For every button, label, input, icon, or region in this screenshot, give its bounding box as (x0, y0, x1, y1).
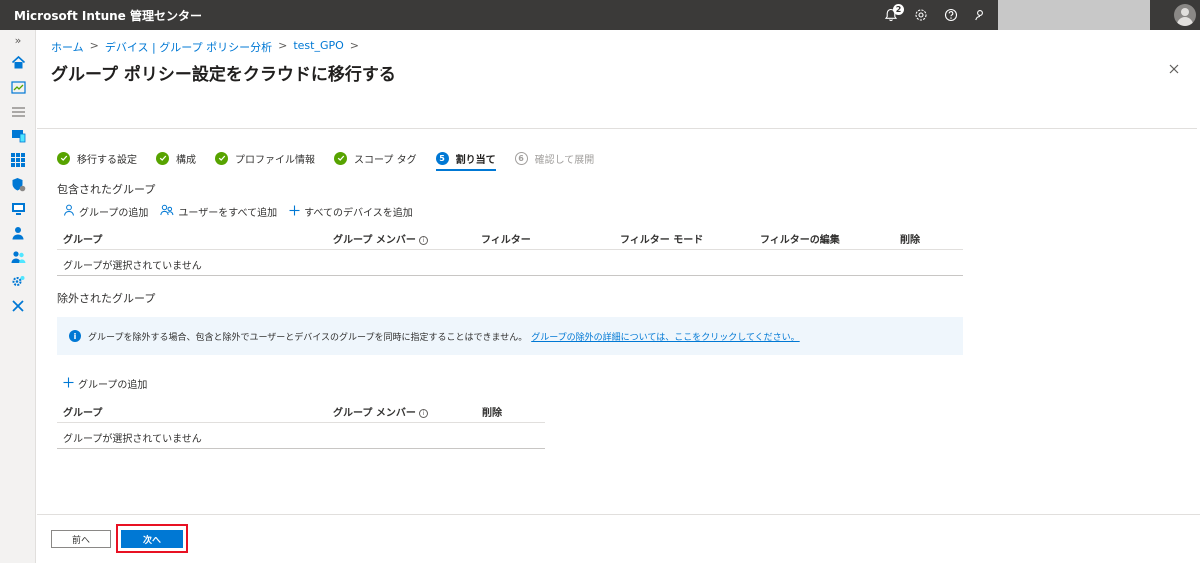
info-icon[interactable]: i (418, 236, 428, 245)
add-excluded-group-button[interactable]: グループの追加 (63, 376, 147, 391)
add-all-devices-label: すべてのデバイスを追加 (304, 208, 413, 219)
top-bar-icons: 2 (876, 0, 1200, 30)
info-icon: i (69, 330, 81, 342)
person-icon (63, 204, 75, 219)
completed-check-icon (334, 151, 347, 165)
settings-gear-icon[interactable] (906, 0, 936, 30)
column-header-delete[interactable]: 削除 (482, 404, 502, 419)
wizard-step-settings-to-migrate[interactable]: 移行する設定 (57, 147, 137, 169)
completed-check-icon (57, 151, 70, 165)
next-button[interactable]: 次へ (121, 530, 183, 548)
column-header-group-members[interactable]: グループ メンバー i (333, 404, 428, 419)
notifications-icon[interactable]: 2 (876, 0, 906, 30)
user-avatar[interactable] (1174, 4, 1196, 26)
expand-chevron-icon[interactable]: » (0, 34, 36, 47)
feedback-person-icon[interactable] (966, 0, 996, 30)
header-divider (37, 128, 1197, 129)
tenant-admin-gear-icon[interactable] (10, 273, 26, 289)
dashboard-icon[interactable] (10, 79, 26, 95)
breadcrumb-separator: > (349, 39, 359, 52)
people-icon (160, 204, 174, 219)
excluded-actions-toolbar: グループの追加 (63, 376, 147, 391)
included-actions-toolbar: グループの追加 ユーザーをすべて追加 すべてのデバイスを追加 (63, 204, 413, 219)
troubleshooting-tools-icon[interactable] (10, 298, 26, 314)
footer-divider (37, 514, 1200, 515)
add-all-users-label: ユーザーをすべて追加 (178, 208, 278, 219)
breadcrumb-home[interactable]: ホーム (51, 39, 84, 55)
grid-header-row: グループ グループ メンバー i フィルター フィルター モード フィルターの編集… (57, 224, 963, 250)
step-number-badge: 5 (435, 151, 449, 165)
wizard-step-label: プロファイル情報 (235, 154, 315, 166)
grid-header-row: グループ グループ メンバー i 削除 (57, 397, 545, 423)
breadcrumb-test-gpo[interactable]: test_GPO (293, 39, 343, 55)
reports-monitor-icon[interactable] (10, 201, 26, 217)
left-navigation: » (0, 30, 36, 563)
wizard-step-profile-info[interactable]: プロファイル情報 (215, 147, 315, 169)
add-all-devices-button[interactable]: すべてのデバイスを追加 (289, 204, 413, 219)
page-title: グループ ポリシー設定をクラウドに移行する (51, 65, 396, 85)
info-icon[interactable]: i (418, 409, 428, 418)
exclusion-info-banner: i グループを除外する場合、包含と除外でユーザーとデバイスのグループを同時に指定… (57, 317, 963, 355)
home-icon[interactable] (10, 54, 26, 70)
wizard-step-label: スコープ タグ (354, 154, 417, 166)
wizard-step-configuration[interactable]: 構成 (156, 147, 196, 169)
add-all-users-button[interactable]: ユーザーをすべて追加 (160, 204, 277, 219)
column-header-filter-mode[interactable]: フィルター モード (620, 231, 703, 246)
breadcrumb-separator: > (89, 39, 99, 52)
wizard-step-assignments[interactable]: 5 割り当て (435, 147, 496, 171)
plus-icon (63, 377, 74, 391)
column-header-label: グループ メンバー (333, 235, 416, 246)
wizard-steps: 移行する設定 構成 プロファイル情報 スコープ タグ 5 割り当て 6 確認して… (57, 147, 613, 171)
close-icon[interactable] (1165, 60, 1183, 78)
excluded-groups-grid: グループ グループ メンバー i 削除 グループが選択されていません (57, 397, 545, 449)
column-header-delete[interactable]: 削除 (900, 231, 920, 246)
plus-icon (289, 205, 300, 219)
wizard-step-review-deploy: 6 確認して展開 (514, 147, 595, 169)
breadcrumb-separator: > (278, 39, 288, 52)
wizard-step-label: 確認して展開 (534, 154, 595, 166)
column-header-edit-filter[interactable]: フィルターの編集 (760, 231, 840, 246)
empty-state-row: グループが選択されていません (57, 423, 545, 449)
breadcrumb-devices-gp-analytics[interactable]: デバイス | グループ ポリシー分析 (105, 39, 272, 55)
exclusion-info-text: グループを除外する場合、包含と除外でユーザーとデバイスのグループを同時に指定する… (88, 332, 528, 343)
wizard-step-scope-tags[interactable]: スコープ タグ (334, 147, 417, 169)
column-header-group[interactable]: グループ (63, 231, 102, 246)
column-header-label: グループ メンバー (333, 408, 416, 419)
exclusion-info-link[interactable]: グループの除外の詳細については、ここをクリックしてください。 (531, 330, 799, 343)
column-header-group[interactable]: グループ (63, 404, 102, 419)
completed-check-icon (156, 151, 169, 165)
add-group-button[interactable]: グループの追加 (63, 204, 148, 219)
help-icon[interactable] (936, 0, 966, 30)
column-header-filter[interactable]: フィルター (481, 231, 531, 246)
main-content: ホーム > デバイス | グループ ポリシー分析 > test_GPO > グル… (37, 30, 1200, 563)
breadcrumb: ホーム > デバイス | グループ ポリシー分析 > test_GPO > (51, 39, 359, 55)
step-number-badge: 6 (514, 151, 528, 165)
wizard-step-label: 移行する設定 (77, 154, 137, 166)
included-groups-heading: 包含されたグループ (57, 183, 156, 196)
top-bar: Microsoft Intune 管理センター 2 (0, 0, 1200, 30)
add-group-label: グループの追加 (78, 380, 148, 391)
groups-icon[interactable] (10, 249, 26, 265)
excluded-groups-heading: 除外されたグループ (57, 292, 156, 305)
apps-grid-icon[interactable] (10, 152, 26, 168)
empty-state-row: グループが選択されていません (57, 250, 963, 276)
previous-button[interactable]: 前へ (51, 530, 111, 548)
endpoint-security-shield-icon[interactable] (10, 176, 26, 192)
wizard-step-label: 構成 (176, 154, 196, 166)
more-options-button[interactable]: ··· (369, 64, 384, 79)
column-header-group-members[interactable]: グループ メンバー i (333, 231, 428, 246)
users-icon[interactable] (10, 225, 26, 241)
account-info-redacted[interactable] (998, 0, 1150, 30)
add-group-label: グループの追加 (79, 208, 149, 219)
included-groups-grid: グループ グループ メンバー i フィルター フィルター モード フィルターの編集… (57, 224, 963, 276)
wizard-step-label: 割り当て (455, 154, 496, 166)
no-groups-selected-text: グループが選択されていません (63, 434, 202, 445)
app-title[interactable]: Microsoft Intune 管理センター (14, 7, 202, 24)
completed-check-icon (215, 151, 228, 165)
all-services-list-icon[interactable] (10, 104, 26, 120)
devices-icon[interactable] (10, 128, 26, 144)
notification-badge: 2 (893, 4, 904, 15)
no-groups-selected-text: グループが選択されていません (63, 261, 202, 272)
